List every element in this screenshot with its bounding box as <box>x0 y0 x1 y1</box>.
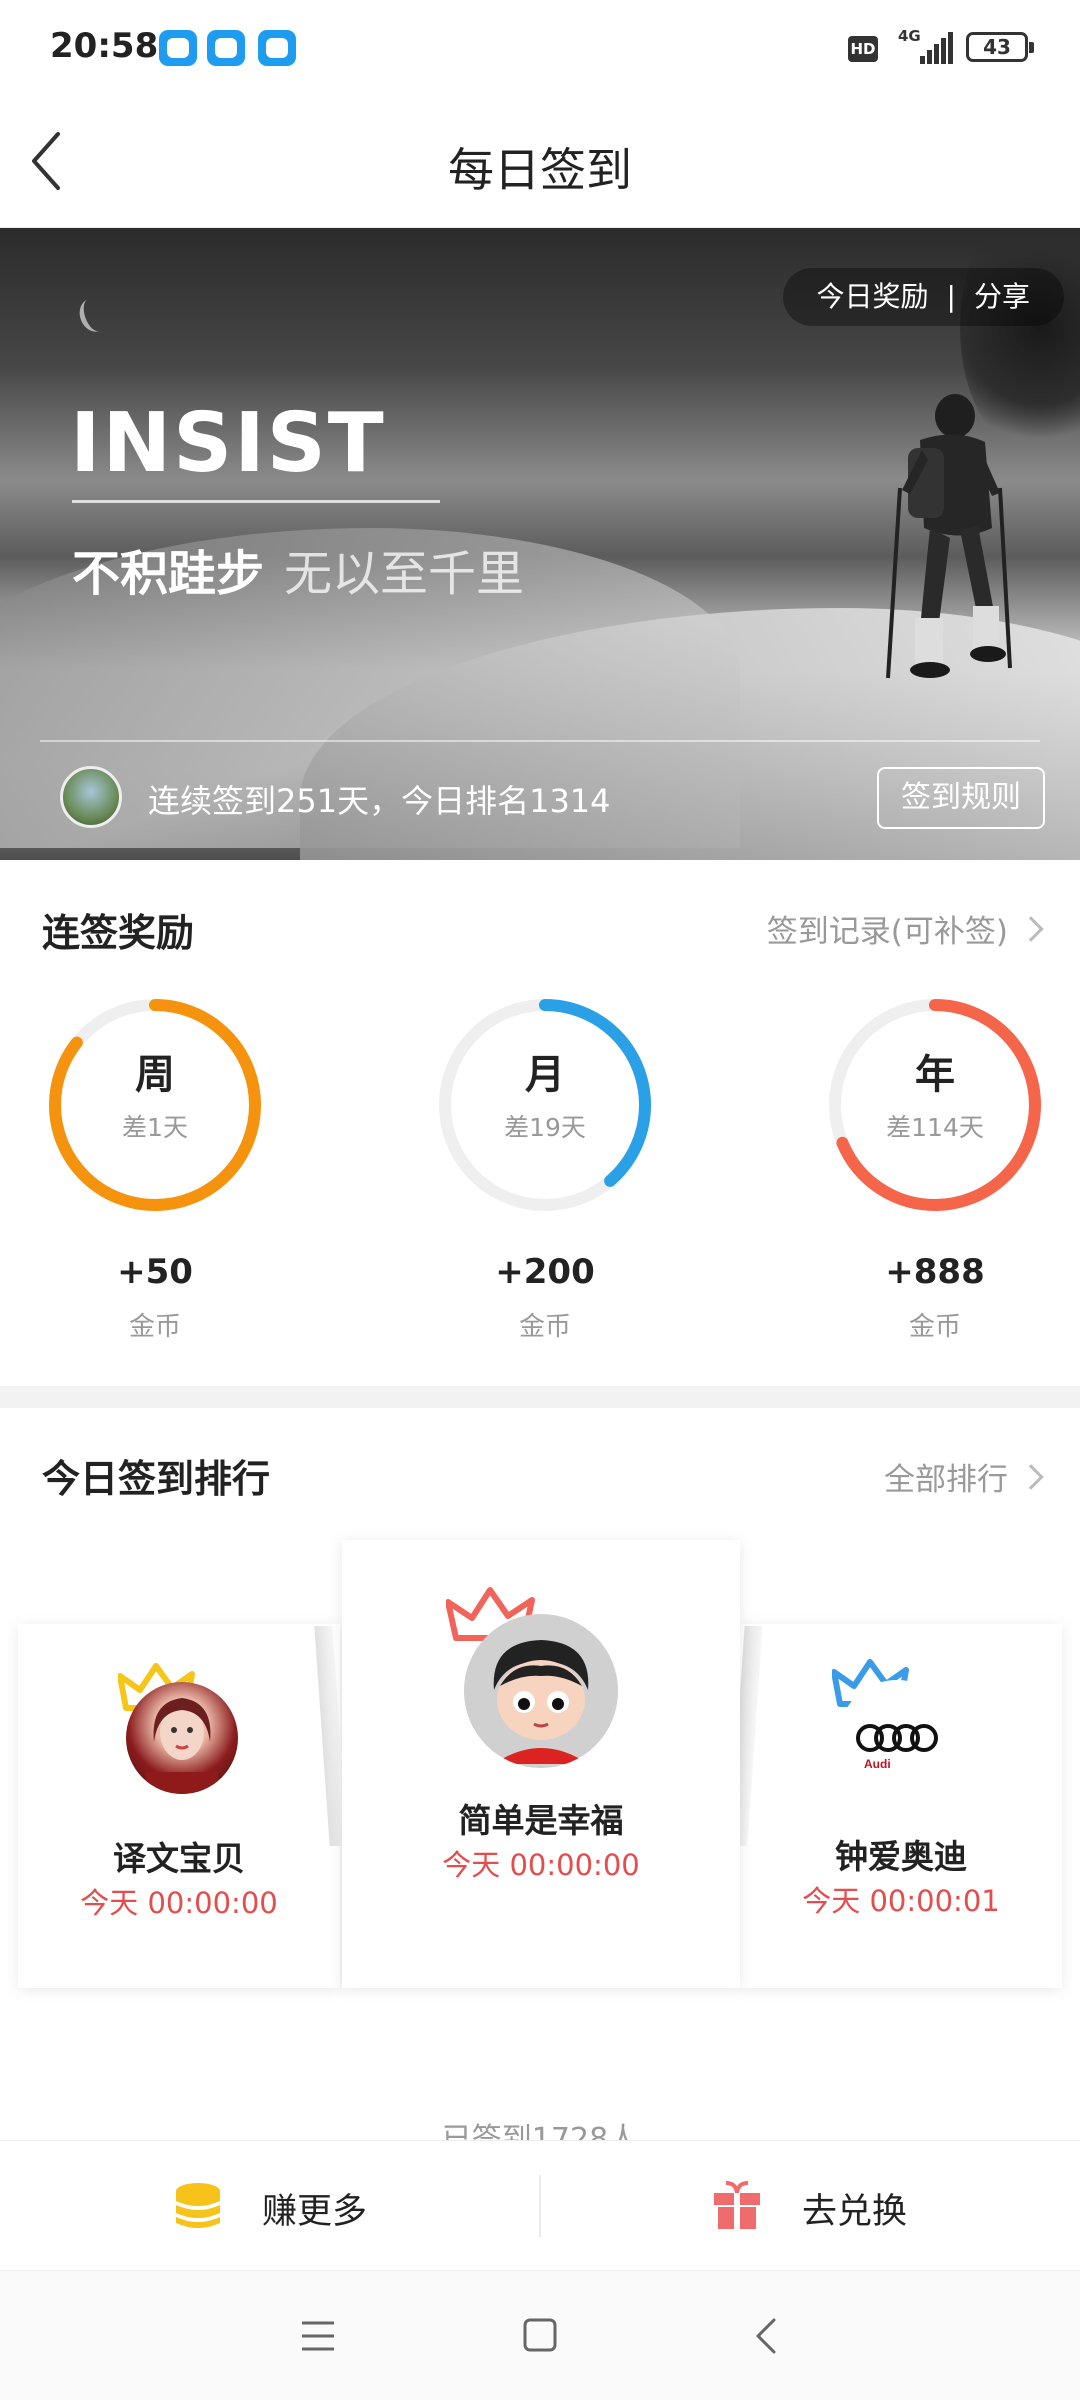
rank-card-3[interactable]: Audi 钟爱奥迪 今天 00:00:01 <box>740 1624 1062 1988</box>
avatar[interactable] <box>126 1682 238 1794</box>
ring-remaining: 差1天 <box>122 1113 188 1142</box>
exchange-label: 去兑换 <box>802 2192 908 2232</box>
streak-status: 连续签到251天，今日排名1314 <box>148 782 611 820</box>
earn-more-button[interactable]: 赚更多 <box>0 2141 540 2271</box>
back-chevron-icon[interactable] <box>752 2317 780 2355</box>
app-notification-icon <box>258 30 296 66</box>
rank-card-2[interactable]: 译文宝贝 今天 00:00:00 <box>18 1624 340 1988</box>
app-notification-icon <box>159 30 197 66</box>
ring-label: 月 <box>525 1052 565 1098</box>
all-ranking-link[interactable]: 全部排行 <box>884 1454 1044 1499</box>
ranking-title: 今日签到排行 <box>42 1457 271 1501</box>
section-divider <box>0 1386 1080 1408</box>
hd-badge: HD <box>848 36 878 62</box>
rank-time: 今天 00:00:00 <box>442 1848 640 1882</box>
reward-unit: 金币 <box>518 1312 571 1342</box>
chevron-right-icon <box>1018 916 1044 942</box>
rank-time: 今天 00:00:00 <box>80 1886 278 1920</box>
ring-label: 年 <box>915 1052 955 1098</box>
link-separator: | <box>946 280 956 313</box>
hero-divider <box>40 740 1040 742</box>
battery-icon: 43 <box>966 32 1034 62</box>
sign-in-records-link[interactable]: 签到记录(可补签) <box>766 906 1044 951</box>
avatar[interactable] <box>464 1614 618 1768</box>
motto-bold: 不积跬步 <box>72 546 265 602</box>
headline-underline <box>72 500 440 503</box>
network-type: 4G <box>898 27 921 45</box>
audi-logo-avatar[interactable]: Audi <box>838 1680 956 1798</box>
status-bar: 20:58 HD 4G 43 <box>0 0 1080 96</box>
records-link-label: 签到记录(可补签) <box>766 914 1008 950</box>
rank-name: 简单是幸福 <box>458 1801 624 1840</box>
rank-name: 钟爱奥迪 <box>835 1837 967 1876</box>
signal-icon <box>920 30 953 64</box>
today-reward-link[interactable]: 今日奖励 <box>817 280 929 313</box>
system-nav-bar <box>0 2270 1080 2400</box>
home-square-icon[interactable] <box>522 2317 558 2353</box>
moon-icon <box>75 294 113 336</box>
chevron-right-icon <box>1018 1464 1044 1490</box>
share-link[interactable]: 分享 <box>974 280 1030 313</box>
app-notification-icon <box>207 30 245 66</box>
streak-ring-3: 年差114天 <box>820 990 1050 1220</box>
ring-remaining: 差114天 <box>886 1113 984 1142</box>
motto-light: 无以至千里 <box>284 546 525 602</box>
user-avatar[interactable] <box>60 766 122 828</box>
hero-motto: 不积跬步 无以至千里 <box>72 534 524 604</box>
page-title: 每日签到 <box>448 143 632 197</box>
svg-text:Audi: Audi <box>864 1757 891 1771</box>
sign-in-rules-button[interactable]: 签到规则 <box>877 767 1045 829</box>
ring-label: 周 <box>135 1052 175 1098</box>
hero-headline: INSIST <box>70 396 386 491</box>
rank-card-1[interactable]: 简单是幸福 今天 00:00:00 <box>342 1540 740 1988</box>
status-time: 20:58 <box>50 26 159 66</box>
bottom-action-bar: 赚更多 去兑换 <box>0 2140 1080 2270</box>
all-ranking-label: 全部排行 <box>884 1462 1008 1498</box>
reward-value: +888 <box>885 1252 985 1292</box>
hiker-silhouette <box>886 394 1012 679</box>
rank-name: 译文宝贝 <box>113 1839 245 1878</box>
reward-unit: 金币 <box>908 1312 961 1342</box>
reward-value: +50 <box>117 1252 193 1292</box>
streak-rewards-title: 连签奖励 <box>42 911 195 955</box>
streak-ring-2: 月差19天 <box>430 990 660 1220</box>
exchange-button[interactable]: 去兑换 <box>540 2141 1080 2271</box>
coins-icon <box>176 2183 220 2228</box>
rank-time: 今天 00:00:01 <box>802 1884 1000 1918</box>
reward-value: +200 <box>495 1252 595 1292</box>
hero-banner: 今日奖励 | 分享 INSIST 不积跬步 无以至千里 连续签到251天，今日排名13… <box>0 228 1080 860</box>
earn-more-label: 赚更多 <box>262 2192 368 2232</box>
reward-unit: 金币 <box>128 1312 181 1342</box>
ring-remaining: 差19天 <box>504 1113 586 1142</box>
menu-icon[interactable] <box>300 2319 336 2353</box>
gift-icon <box>714 2181 760 2229</box>
streak-ring-1: 周差1天 <box>40 990 270 1220</box>
title-bar: 每日签到 <box>0 96 1080 228</box>
hero-links: 今日奖励 | 分享 <box>782 268 1064 326</box>
